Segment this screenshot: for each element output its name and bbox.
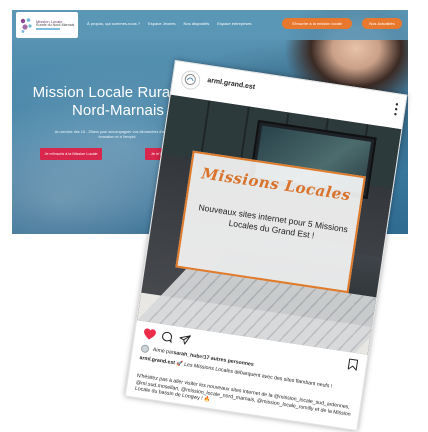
post-username[interactable]: arml.grand.est xyxy=(207,77,256,91)
post-caption-continued: N'hésitez pas à aller visiter les nouvea… xyxy=(134,373,355,425)
instagram-post: arml.grand.est Missions Locales Nouveaux… xyxy=(124,60,408,432)
hero-register-button[interactable]: Je m'inscris à la Mission Locale xyxy=(40,148,102,160)
nav-link-entreprises[interactable]: Espace entreprises xyxy=(217,21,251,26)
profile-avatar[interactable] xyxy=(179,69,202,91)
logo-underline xyxy=(36,28,60,31)
nav-link-dispositifs[interactable]: Nos dispositifs xyxy=(184,21,210,26)
likes-user[interactable]: sarah_hub xyxy=(173,350,200,360)
logo-subtitle: Rurale du Nord-Marnais xyxy=(36,22,75,27)
overlay-text: Nouveaux sites internet pour 5 Missions … xyxy=(197,202,349,241)
register-button[interactable]: S'inscrire à la mission locale xyxy=(282,18,352,29)
post-image[interactable]: Missions Locales Nouveaux sites internet… xyxy=(137,94,402,355)
logo-mark-icon xyxy=(19,16,33,34)
likes-prefix: Aimé par xyxy=(152,346,174,356)
site-navbar: Mission Locale Rurale du Nord-Marnais À … xyxy=(12,10,408,40)
site-logo[interactable]: Mission Locale Rurale du Nord-Marnais xyxy=(16,12,78,38)
avatar-logo-icon xyxy=(184,73,196,85)
nav-link-jeunes[interactable]: Espace Jeunes xyxy=(148,21,175,26)
nav-link-about[interactable]: À propos, qui sommes-nous ? xyxy=(87,21,140,26)
liker-avatar xyxy=(140,344,150,354)
news-button[interactable]: Nos Actualités xyxy=(362,18,402,29)
more-options-icon[interactable] xyxy=(393,102,399,116)
nav-links: À propos, qui sommes-nous ? Espace Jeune… xyxy=(87,21,252,26)
